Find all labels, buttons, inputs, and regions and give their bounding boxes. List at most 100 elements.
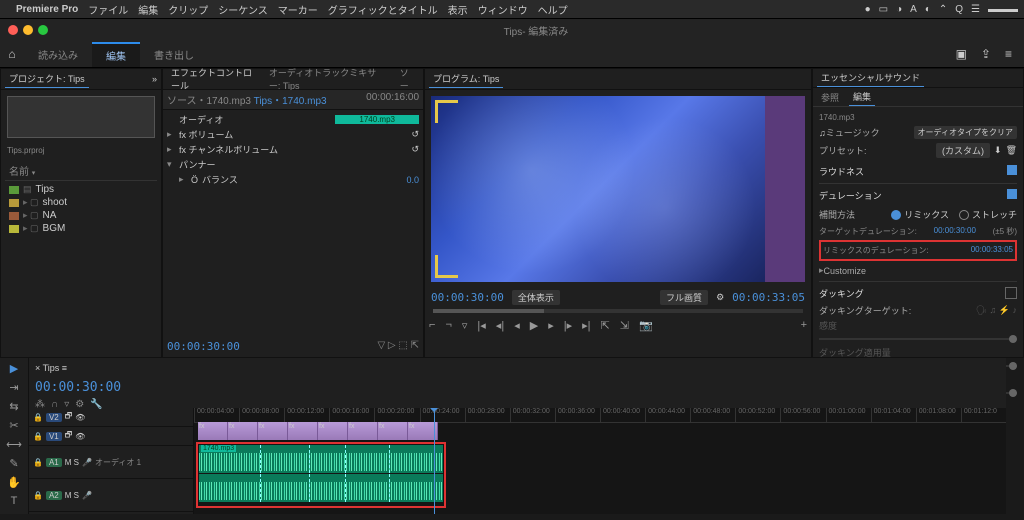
menu-sequence[interactable]: シーケンス	[218, 2, 268, 17]
play-icon[interactable]: ▶	[530, 319, 538, 332]
slip-tool-icon[interactable]: ⟷	[6, 438, 22, 451]
zoom-select[interactable]: 全体表示	[512, 290, 560, 305]
go-out-icon[interactable]: ▸|	[582, 319, 590, 332]
lock-icon[interactable]: 🔒	[33, 413, 43, 422]
eye-icon[interactable]: 👁	[75, 432, 85, 441]
bin-na[interactable]: ▸ ▢NA	[5, 209, 157, 222]
mic-icon[interactable]: 🎤	[82, 491, 92, 500]
menu-clip[interactable]: クリップ	[168, 2, 208, 17]
bin-shoot[interactable]: ▸ ▢shoot	[5, 196, 157, 209]
essential-sound-tab[interactable]: エッセンシャルサウンド	[817, 69, 924, 87]
tab-export[interactable]: 書き出し	[140, 43, 208, 66]
type-tool-icon[interactable]: T	[11, 495, 18, 507]
track-content[interactable]: 00:00:04:0000:00:08:0000:00:12:0000:00:1…	[194, 408, 1006, 514]
track-a1-header[interactable]: 🔒A1M S🎤オーディオ 1	[29, 446, 193, 479]
menu-file[interactable]: ファイル	[88, 2, 128, 17]
fx-balance[interactable]: ▸Öバランス0.0	[163, 172, 423, 187]
fx-panner[interactable]: ▾パンナー	[163, 157, 423, 172]
program-timecode-left[interactable]: 00:00:30:00	[431, 291, 504, 304]
bin-bgm[interactable]: ▸ ▢BGM	[5, 222, 157, 235]
clip-link[interactable]: Tips・1740.mp3	[254, 96, 327, 107]
extract-icon[interactable]: ⇲	[620, 319, 629, 332]
duration-checkbox[interactable]	[1007, 189, 1017, 199]
clear-audio-type-button[interactable]: オーディオタイプをクリア	[914, 126, 1017, 139]
panel-menu-icon[interactable]: »	[152, 74, 157, 84]
menu-marker[interactable]: マーカー	[278, 2, 318, 17]
sync-icon[interactable]: ▣	[956, 47, 967, 61]
workspace-menu-icon[interactable]: ≡	[1005, 47, 1012, 61]
track-select-tool-icon[interactable]: ⇥	[9, 381, 18, 394]
sensitivity-slider[interactable]	[819, 338, 1017, 340]
source-timecode[interactable]: 00:00:30:00	[167, 340, 240, 353]
preset-delete-icon[interactable]: 🗑	[1006, 145, 1017, 156]
tab-import[interactable]: 読み込み	[24, 43, 92, 66]
track-v1-header[interactable]: 🔒V1🗗👁	[29, 427, 193, 446]
program-monitor[interactable]	[431, 96, 805, 282]
audio-clip-left[interactable]: 1740.mp3	[199, 445, 443, 473]
track-v2-header[interactable]: 🔒V2🗗👁	[29, 408, 193, 427]
pen-tool-icon[interactable]: ✎	[9, 457, 18, 470]
prev-frame-icon[interactable]: ◂	[514, 319, 520, 332]
bin-tips[interactable]: ▤Tips	[5, 183, 157, 196]
step-fwd-icon[interactable]: |▸	[564, 319, 572, 332]
project-tab[interactable]: プロジェクト: Tips	[5, 70, 89, 88]
search-icon[interactable]: Q	[955, 4, 963, 15]
video-clip[interactable]: fxfxfxfxfxfxfxfx	[198, 422, 438, 440]
mic-icon[interactable]: 🎤	[82, 458, 92, 467]
reset-icon[interactable]: ↺	[411, 144, 419, 155]
add-marker-icon[interactable]: ▿	[462, 319, 468, 332]
fx-channel-volume[interactable]: ▸fx チャンネルボリューム↺	[163, 142, 423, 157]
preset-save-icon[interactable]: ⬇	[994, 145, 1002, 156]
maximize-window[interactable]	[38, 25, 48, 35]
home-button[interactable]: ⌂	[0, 47, 24, 61]
target-duration-value[interactable]: 00:00:30:00	[934, 226, 976, 237]
settings-icon[interactable]: ⚙	[716, 292, 724, 303]
audio-section[interactable]: オーディオ1740.mp3	[163, 112, 423, 127]
app-name[interactable]: Premiere Pro	[16, 4, 78, 15]
menu-edit[interactable]: 編集	[138, 2, 158, 17]
name-column[interactable]: 名前 ▾	[5, 161, 157, 181]
control-center-icon[interactable]: ☰	[971, 4, 980, 15]
program-scrubber[interactable]	[433, 309, 803, 313]
stretch-radio[interactable]: ストレッチ	[959, 208, 1017, 221]
quality-select[interactable]: フル画質	[660, 290, 708, 305]
close-window[interactable]	[8, 25, 18, 35]
loudness-checkbox[interactable]	[1007, 165, 1017, 175]
razor-tool-icon[interactable]: ✂	[9, 419, 18, 432]
audio-clip-right[interactable]	[199, 474, 443, 502]
next-frame-icon[interactable]: ▸	[548, 319, 554, 332]
es-edit-tab[interactable]: 編集	[849, 88, 875, 106]
customize-toggle[interactable]: Customize	[824, 266, 1017, 276]
go-in-icon[interactable]: |◂	[477, 319, 485, 332]
track-a2-header[interactable]: 🔒A2M S🎤	[29, 479, 193, 512]
lock-icon[interactable]: 🔒	[33, 491, 43, 500]
remix-radio[interactable]: リミックス	[891, 208, 949, 221]
export-frame-icon[interactable]: 📷	[639, 319, 653, 332]
preset-select[interactable]: (カスタム)	[936, 143, 990, 158]
menu-view[interactable]: 表示	[448, 2, 468, 17]
preview-thumbnail[interactable]	[7, 96, 155, 138]
lift-icon[interactable]: ⇱	[601, 319, 610, 332]
selection-tool-icon[interactable]: ▶	[10, 362, 18, 375]
eye-icon[interactable]: 👁	[75, 413, 85, 422]
ripple-tool-icon[interactable]: ⇆	[9, 400, 18, 413]
mark-in-icon[interactable]: ⌐	[429, 319, 435, 332]
ducking-checkbox[interactable]	[1005, 287, 1017, 299]
sequence-name[interactable]: × Tips ≡	[35, 363, 67, 373]
hand-tool-icon[interactable]: ✋	[7, 476, 21, 489]
menu-graphics[interactable]: グラフィックとタイトル	[328, 2, 438, 17]
playhead[interactable]	[434, 408, 435, 514]
ducking-section[interactable]: ダッキング	[819, 287, 864, 300]
share-icon[interactable]: ⇪	[981, 47, 991, 61]
menu-help[interactable]: ヘルプ	[538, 2, 568, 17]
reset-icon[interactable]: ↺	[411, 129, 419, 140]
tab-edit[interactable]: 編集	[92, 42, 140, 67]
menu-window[interactable]: ウィンドウ	[478, 2, 528, 17]
effect-tools[interactable]: ▽ ▷ ⬚ ⇱	[377, 340, 419, 353]
lock-icon[interactable]: 🔒	[33, 432, 43, 441]
fx-volume[interactable]: ▸fx ボリューム↺	[163, 127, 423, 142]
program-tab[interactable]: プログラム: Tips	[429, 70, 503, 88]
time-ruler[interactable]: 00:00:04:0000:00:08:0000:00:12:0000:00:1…	[194, 408, 1006, 423]
mark-out-icon[interactable]: ¬	[445, 319, 451, 332]
step-back-icon[interactable]: ◂|	[496, 319, 504, 332]
